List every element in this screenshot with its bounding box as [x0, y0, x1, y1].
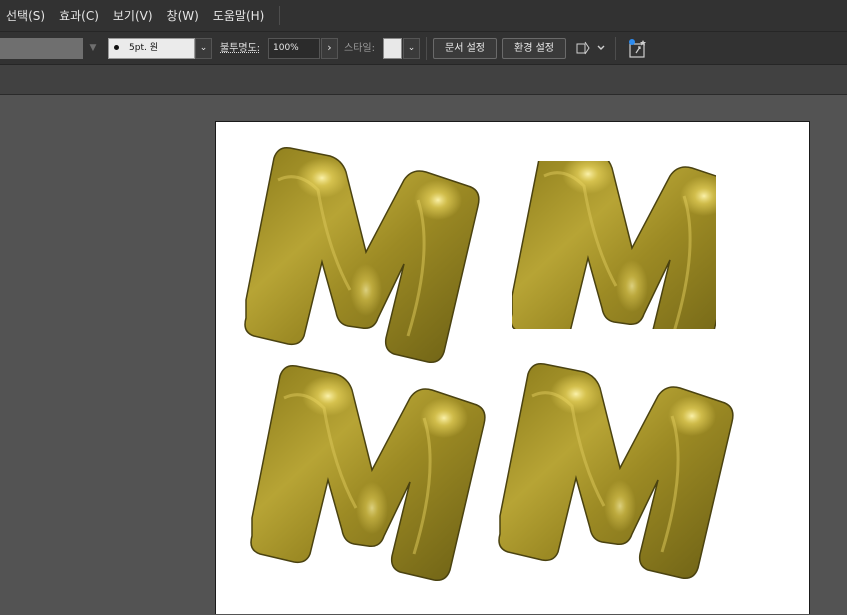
- brush-definition-dropdown[interactable]: 5pt. 원: [108, 38, 195, 59]
- letter-m-bottom-right: [497, 362, 735, 580]
- stroke-weight-field[interactable]: [0, 38, 83, 59]
- menu-select[interactable]: 선택(S): [0, 7, 52, 24]
- brush-dot-icon: [114, 45, 119, 50]
- artboard[interactable]: [215, 121, 810, 614]
- preferences-button[interactable]: 환경 설정: [502, 38, 566, 59]
- menu-help[interactable]: 도움말(H): [206, 7, 272, 24]
- gold-letter-artwork: [243, 146, 735, 582]
- chevron-right-icon[interactable]: ›: [321, 38, 338, 59]
- toolbar-divider: [426, 37, 427, 60]
- menu-effect[interactable]: 효과(C): [52, 7, 106, 24]
- menu-window[interactable]: 창(W): [160, 7, 206, 24]
- letter-m-top-left: [243, 146, 481, 364]
- opacity-label[interactable]: 불투명도:: [220, 38, 260, 59]
- brush-definition-value: 5pt. 원: [129, 43, 158, 53]
- puppet-warp-icon[interactable]: [627, 36, 649, 60]
- opacity-input[interactable]: 100%: [268, 38, 320, 59]
- menu-bar: 선택(S) 효과(C) 보기(V) 창(W) 도움말(H): [0, 0, 847, 32]
- control-bar: ▼ 5pt. 원 ⌄ 불투명도: 100% › 스타일: ⌄ 문서 설정 환경 …: [0, 32, 847, 65]
- chevron-down-icon[interactable]: ⌄: [195, 38, 212, 59]
- graphic-style-swatch[interactable]: [383, 38, 402, 59]
- letter-m-bottom-left: [249, 364, 487, 582]
- document-setup-button[interactable]: 문서 설정: [433, 38, 497, 59]
- toolbar-divider: [615, 37, 616, 60]
- letter-m-top-right: [512, 161, 716, 329]
- chevron-down-icon[interactable]: ▼: [84, 38, 102, 59]
- document-tab-bar: [0, 65, 847, 95]
- style-label: 스타일:: [344, 43, 375, 54]
- menu-view[interactable]: 보기(V): [106, 7, 160, 24]
- chevron-down-icon[interactable]: ⌄: [403, 38, 420, 59]
- arrange-documents-icon[interactable]: [574, 38, 608, 59]
- menu-divider: [279, 6, 280, 25]
